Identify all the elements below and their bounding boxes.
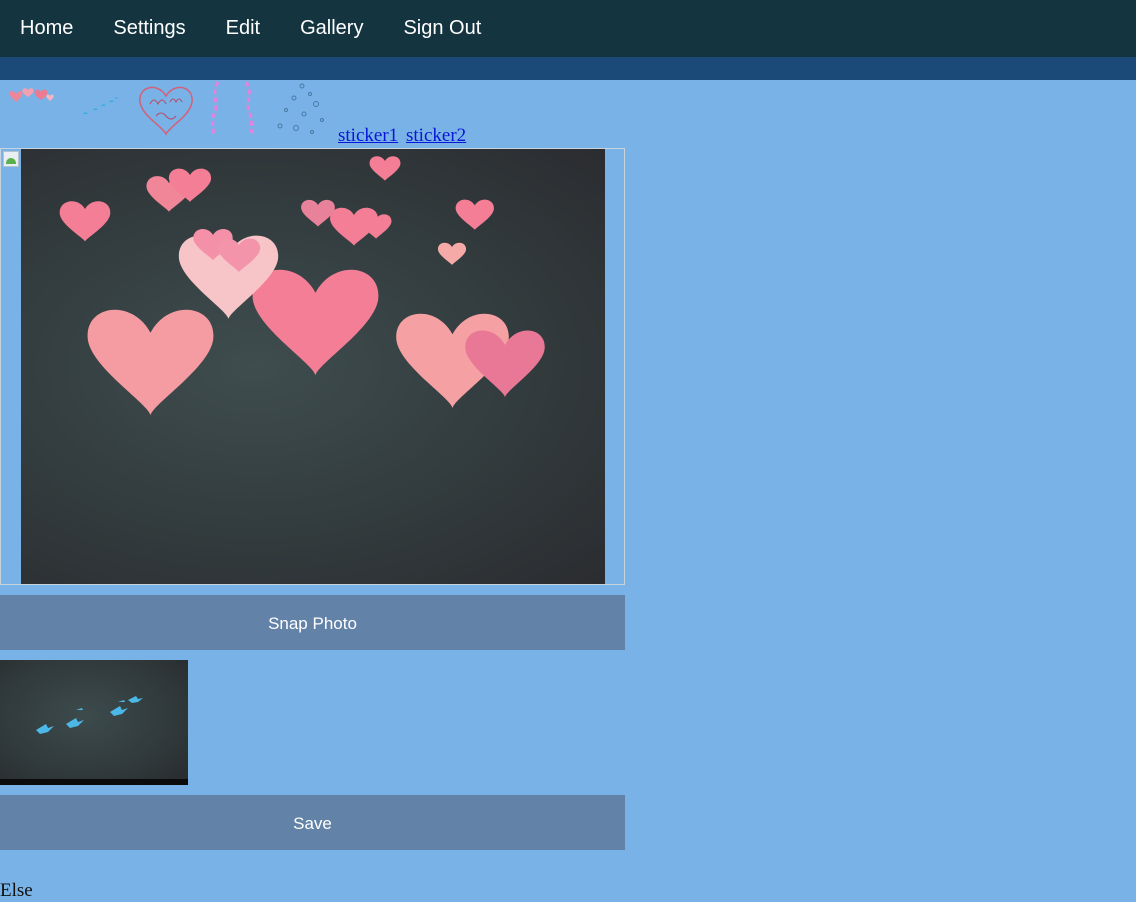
nav-home-link[interactable]: Home	[0, 0, 93, 57]
bubbles-sticker-icon[interactable]	[272, 80, 330, 138]
hearts-overlay-icon	[59, 156, 545, 416]
nav-gallery-link[interactable]: Gallery	[280, 0, 383, 57]
hearts-sticker-icon[interactable]	[8, 80, 56, 110]
snap-photo-button[interactable]: Snap Photo	[0, 595, 625, 650]
pink-ribbons-sticker-icon[interactable]	[208, 80, 260, 136]
nav-edit-link[interactable]: Edit	[206, 0, 280, 57]
sub-bar	[0, 57, 1136, 80]
camera-preview	[0, 148, 625, 585]
snapshot-thumbnail[interactable]	[0, 660, 188, 785]
webcam-video	[21, 149, 605, 584]
sticker1-link[interactable]: sticker1	[338, 125, 398, 147]
birds-overlay-icon	[36, 696, 143, 734]
sticker-picker: sticker1 sticker2	[0, 80, 480, 148]
nav-sign-out-link[interactable]: Sign Out	[383, 0, 501, 57]
nav-settings-link[interactable]: Settings	[93, 0, 205, 57]
snapshot-bottom-strip	[0, 779, 188, 785]
birds-sticker-icon[interactable]	[78, 80, 122, 124]
top-navigation: Home Settings Edit Gallery Sign Out	[0, 0, 1136, 57]
save-button[interactable]: Save	[0, 795, 625, 850]
broken-image-icon	[3, 151, 19, 167]
miss-you-heart-sticker-icon[interactable]	[136, 80, 196, 138]
sticker2-link[interactable]: sticker2	[406, 125, 466, 147]
